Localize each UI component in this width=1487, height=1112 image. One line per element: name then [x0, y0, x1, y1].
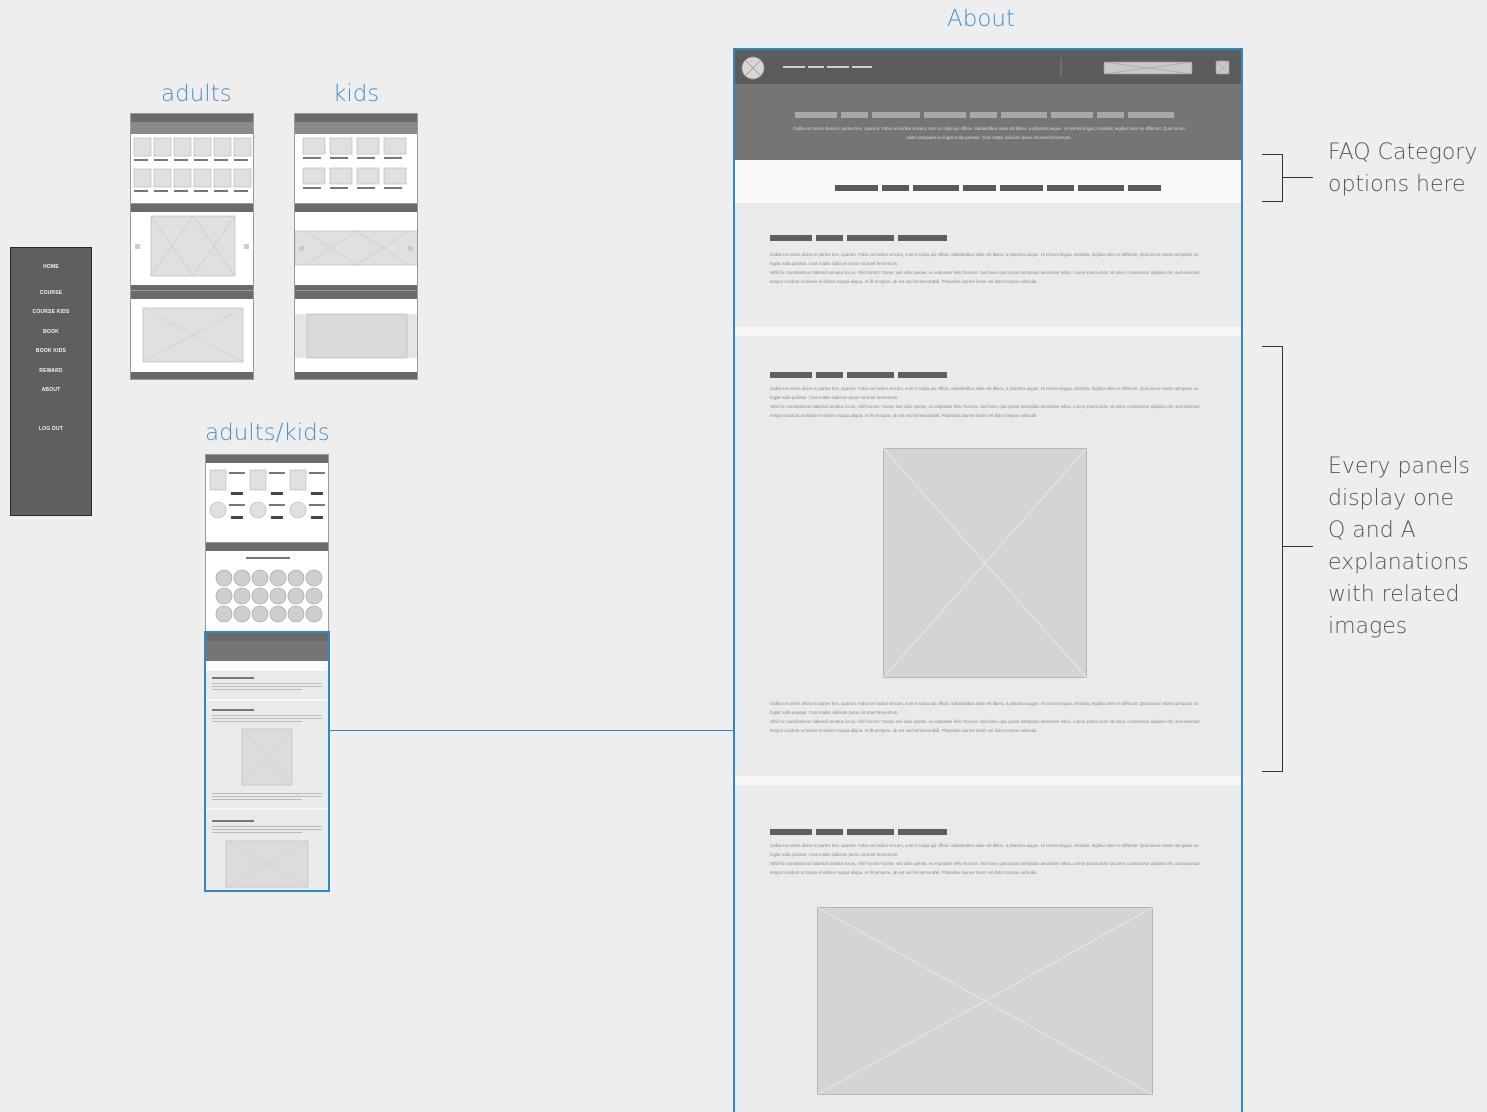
faq-question-placeholder — [770, 822, 951, 840]
side-navigation: HOME COURSE COURSE KIDS BOOK BOOK KIDS R… — [10, 247, 92, 516]
kids-course-detail-thumbnail[interactable] — [294, 203, 418, 292]
course-grid-wireframe — [133, 137, 252, 192]
panel-divider — [735, 327, 1241, 336]
reward-grid-thumbnail[interactable] — [205, 542, 329, 633]
about-wireframe — [206, 677, 328, 888]
booking-wireframe — [295, 313, 417, 379]
nav-item-about[interactable]: ABOUT — [11, 387, 91, 393]
nav-item-book[interactable]: BOOK — [11, 329, 91, 335]
image-placeholder-icon — [817, 907, 1153, 1095]
panel-note-line-4: explanations — [1328, 550, 1469, 575]
faq-answer-3b: Nihil hic munitissimus habendi senatus l… — [770, 861, 1200, 875]
faq-panel-2: Gallia est omnis divisa in partes tres, … — [735, 336, 1241, 776]
kids-label: kids — [333, 81, 380, 107]
header-wireframe — [741, 56, 1230, 80]
panel-note-line-1: Every panels — [1328, 454, 1471, 479]
thumb-hero — [206, 641, 328, 661]
panel-note: Every panels display one Q and A explana… — [1328, 451, 1470, 643]
faq-question-placeholder — [770, 228, 951, 246]
thumb-header — [131, 291, 253, 299]
faq-answer-2d: Nihil hic munitissimus habendi senatus l… — [770, 719, 1200, 733]
reward-thumbnail[interactable] — [205, 454, 329, 543]
adults-course-detail-thumbnail[interactable] — [130, 203, 254, 292]
faq-answer-2b: Nihil hic munitissimus habendi senatus l… — [770, 404, 1200, 418]
nav-item-log-out[interactable]: LOG OUT — [11, 426, 91, 432]
thumb-hero — [295, 122, 417, 134]
panel-note-line-2: display one — [1328, 486, 1455, 511]
panel-note-line-5: with related — [1328, 582, 1460, 607]
faq-answer-3a: Gallia est omnis divisa in partes tres, … — [770, 843, 1199, 857]
course-grid-wireframe — [302, 137, 407, 189]
image-placeholder-icon — [883, 448, 1087, 678]
faq-bracket-tick — [1283, 177, 1313, 178]
panel-note-line-6: images — [1328, 614, 1408, 639]
faq-question-placeholder — [770, 365, 951, 383]
panel-bracket — [1262, 346, 1283, 772]
nav-item-course-kids[interactable]: COURSE KIDS — [11, 309, 91, 315]
kids-book-thumbnail[interactable] — [294, 290, 418, 380]
booking-wireframe — [131, 307, 253, 379]
adults-kids-label: adults/kids — [205, 420, 330, 446]
reward-wireframe — [209, 469, 325, 519]
faq-answer-1b: Nihil hic munitissimus habendi senatus l… — [770, 270, 1200, 284]
image-slider-wireframe — [131, 215, 253, 291]
hero-text: Gallia est omnis divisa in partes tres, … — [793, 126, 1185, 140]
panel-bracket-tick — [1283, 546, 1313, 547]
faq-category-options[interactable] — [835, 178, 1165, 196]
thumb-header — [206, 633, 328, 641]
faq-category-bar — [735, 160, 1241, 203]
circle-grid-wireframe — [215, 557, 323, 623]
adults-label: adults — [161, 81, 232, 107]
top-header — [735, 50, 1241, 84]
thumb-header — [206, 543, 328, 551]
thumb-hero — [131, 122, 253, 134]
thumb-header — [295, 204, 417, 212]
faq-panel-3: Gallia est omnis divisa in partes tres, … — [735, 785, 1241, 1112]
faq-note-line-2: options here — [1328, 172, 1466, 197]
faq-note: FAQ Category options here — [1328, 137, 1477, 201]
faq-answer-2a: Gallia est omnis divisa in partes tres, … — [770, 386, 1199, 400]
hero-section: Gallia est omnis divisa in partes tres, … — [735, 84, 1241, 160]
about-page-title: About — [947, 6, 1016, 32]
thumb-header — [295, 114, 417, 122]
thumb-category-bar — [206, 661, 328, 671]
faq-bracket — [1262, 154, 1283, 202]
faq-panel-1: Gallia est omnis divisa in partes tres, … — [735, 203, 1241, 327]
nav-item-home[interactable]: HOME — [11, 264, 91, 270]
hero-heading-placeholder — [795, 105, 1178, 123]
thumb-header — [131, 114, 253, 122]
faq-answer-1a: Gallia est omnis divisa in partes tres, … — [770, 252, 1199, 266]
about-thumbnail-selected[interactable] — [204, 631, 330, 892]
panel-divider — [735, 776, 1241, 785]
nav-item-reward[interactable]: REWARD — [11, 368, 91, 374]
connector-line — [330, 730, 734, 731]
panel-note-line-3: Q and A — [1328, 518, 1416, 543]
nav-item-book-kids[interactable]: BOOK KIDS — [11, 348, 91, 354]
kids-course-thumbnail[interactable] — [294, 113, 418, 204]
thumb-header — [295, 291, 417, 299]
thumb-header — [131, 204, 253, 212]
nav-item-course[interactable]: COURSE — [11, 290, 91, 296]
about-page-frame: Gallia est omnis divisa in partes tres, … — [733, 48, 1243, 1112]
adults-course-thumbnail[interactable] — [130, 113, 254, 204]
image-slider-wireframe — [295, 230, 417, 291]
adults-book-thumbnail[interactable] — [130, 290, 254, 380]
faq-note-line-1: FAQ Category — [1328, 140, 1478, 165]
thumb-header — [206, 455, 328, 463]
faq-answer-2c: Gallia est omnis divisa in partes tres, … — [770, 701, 1199, 715]
